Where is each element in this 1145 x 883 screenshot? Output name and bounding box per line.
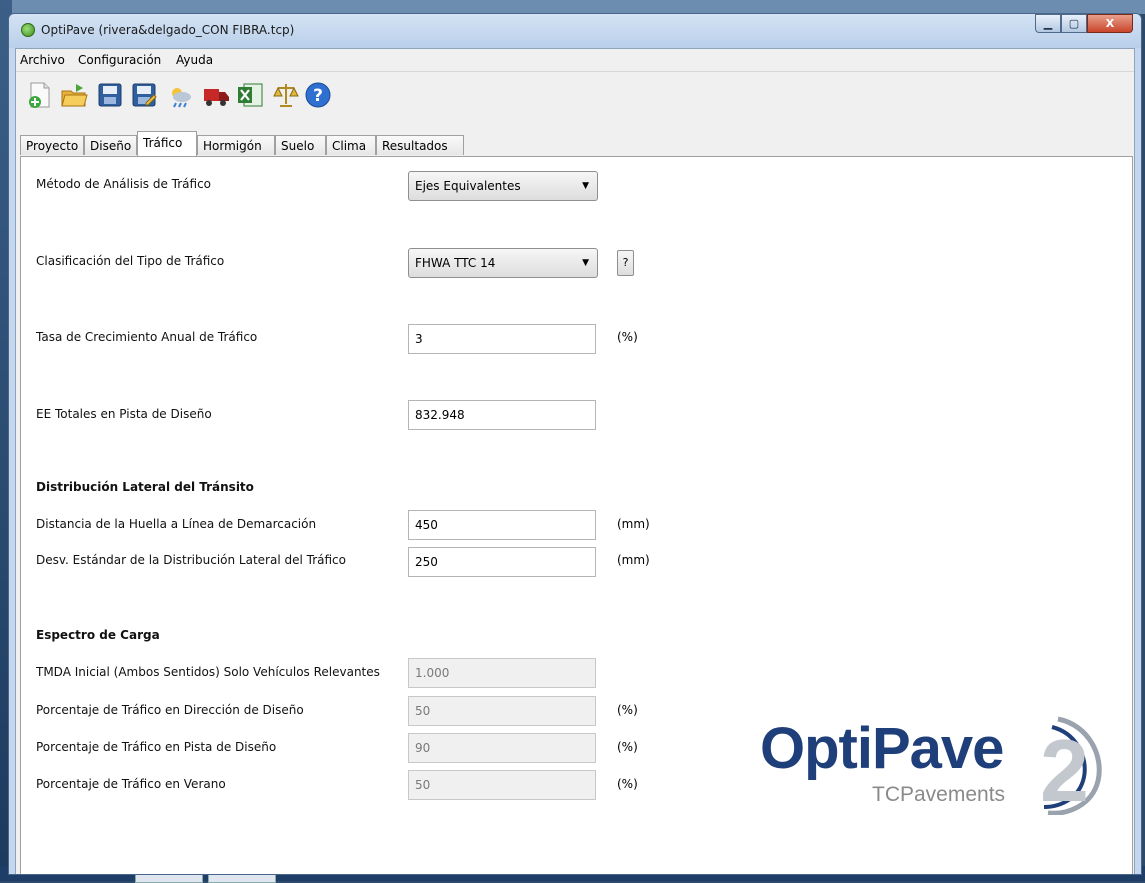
close-button[interactable]: X bbox=[1087, 14, 1133, 33]
menu-archivo[interactable]: Archivo bbox=[20, 53, 65, 67]
stddev-input[interactable]: 250 bbox=[408, 547, 596, 577]
classification-help-button[interactable]: ? bbox=[617, 250, 634, 276]
tmda-label: TMDA Inicial (Ambos Sentidos) Solo Vehíc… bbox=[36, 665, 380, 679]
tab-proyecto[interactable]: Proyecto bbox=[20, 135, 84, 155]
summer-label: Porcentaje de Tráfico en Verano bbox=[36, 777, 226, 791]
method-value: Ejes Equivalentes bbox=[415, 179, 521, 193]
distance-label: Distancia de la Huella a Línea de Demarc… bbox=[36, 517, 317, 531]
new-file-icon[interactable] bbox=[26, 81, 54, 109]
climate-icon[interactable] bbox=[166, 81, 194, 109]
menu-bar: Archivo Configuración Ayuda bbox=[16, 49, 1134, 72]
excel-icon[interactable] bbox=[236, 81, 264, 109]
direction-input: 50 bbox=[408, 696, 596, 726]
direction-unit: (%) bbox=[617, 703, 638, 717]
method-select[interactable]: Ejes Equivalentes ▼ bbox=[408, 171, 598, 201]
open-folder-icon[interactable] bbox=[60, 81, 88, 109]
optipave-logo: OptiPave 2 TCPavements bbox=[760, 715, 1110, 825]
svg-text:?: ? bbox=[313, 86, 323, 106]
growth-input[interactable]: 3 bbox=[408, 324, 596, 354]
spectrum-heading: Espectro de Carga bbox=[36, 628, 160, 642]
summer-input: 50 bbox=[408, 770, 596, 800]
title-bar[interactable]: OptiPave (rivera&delgado_CON FIBRA.tcp) … bbox=[9, 14, 1141, 48]
logo-subtitle: TCPavements bbox=[872, 783, 1006, 806]
lane-unit: (%) bbox=[617, 740, 638, 754]
chevron-down-icon: ▼ bbox=[582, 258, 589, 268]
tab-suelo[interactable]: Suelo bbox=[275, 135, 326, 155]
minimize-button[interactable]: ▁ bbox=[1035, 14, 1061, 33]
direction-label: Porcentaje de Tráfico en Dirección de Di… bbox=[36, 703, 304, 717]
ee-input[interactable]: 832.948 bbox=[408, 400, 596, 430]
background-window-strip bbox=[0, 0, 1145, 14]
help-icon[interactable]: ? bbox=[304, 81, 332, 109]
classification-label: Clasificación del Tipo de Tráfico bbox=[36, 254, 225, 268]
toolbar: ? bbox=[16, 72, 1134, 116]
window-controls: ▁ ▢ X bbox=[1035, 14, 1133, 34]
classification-value: FHWA TTC 14 bbox=[415, 256, 496, 270]
save-as-icon[interactable] bbox=[130, 81, 158, 109]
classification-select[interactable]: FHWA TTC 14 ▼ bbox=[408, 248, 598, 278]
summer-unit: (%) bbox=[617, 777, 638, 791]
tab-hormigon[interactable]: Hormigón bbox=[197, 135, 275, 155]
logo-number-graphic: 2 bbox=[1040, 716, 1102, 815]
lane-input: 90 bbox=[408, 733, 596, 763]
menu-configuracion[interactable]: Configuración bbox=[78, 53, 161, 67]
distance-unit: (mm) bbox=[617, 517, 650, 531]
tab-trafico[interactable]: Tráfico bbox=[137, 131, 197, 156]
distance-input[interactable]: 450 bbox=[408, 510, 596, 540]
app-icon bbox=[21, 23, 35, 37]
save-icon[interactable] bbox=[96, 81, 124, 109]
method-label: Método de Análisis de Tráfico bbox=[36, 177, 212, 191]
truck-icon[interactable] bbox=[202, 81, 230, 109]
tab-resultados[interactable]: Resultados bbox=[376, 135, 464, 155]
growth-label: Tasa de Crecimiento Anual de Tráfico bbox=[36, 330, 258, 344]
maximize-button[interactable]: ▢ bbox=[1061, 14, 1087, 33]
tab-clima[interactable]: Clima bbox=[326, 135, 376, 155]
chevron-down-icon: ▼ bbox=[582, 181, 589, 191]
logo-number: 2 bbox=[1040, 721, 1089, 815]
lateral-heading: Distribución Lateral del Tránsito bbox=[36, 480, 254, 494]
growth-unit: (%) bbox=[617, 330, 638, 344]
scale-icon[interactable] bbox=[272, 81, 300, 109]
lane-label: Porcentaje de Tráfico en Pista de Diseño bbox=[36, 740, 277, 754]
menu-ayuda[interactable]: Ayuda bbox=[176, 53, 213, 67]
tmda-input: 1.000 bbox=[408, 658, 596, 688]
ee-label: EE Totales en Pista de Diseño bbox=[36, 407, 212, 421]
logo-wordmark: OptiPave bbox=[760, 716, 1004, 781]
tab-diseno[interactable]: Diseño bbox=[84, 135, 137, 155]
stddev-unit: (mm) bbox=[617, 553, 650, 567]
window-title: OptiPave (rivera&delgado_CON FIBRA.tcp) bbox=[41, 23, 295, 37]
stddev-label: Desv. Estándar de la Distribución Latera… bbox=[36, 553, 346, 567]
